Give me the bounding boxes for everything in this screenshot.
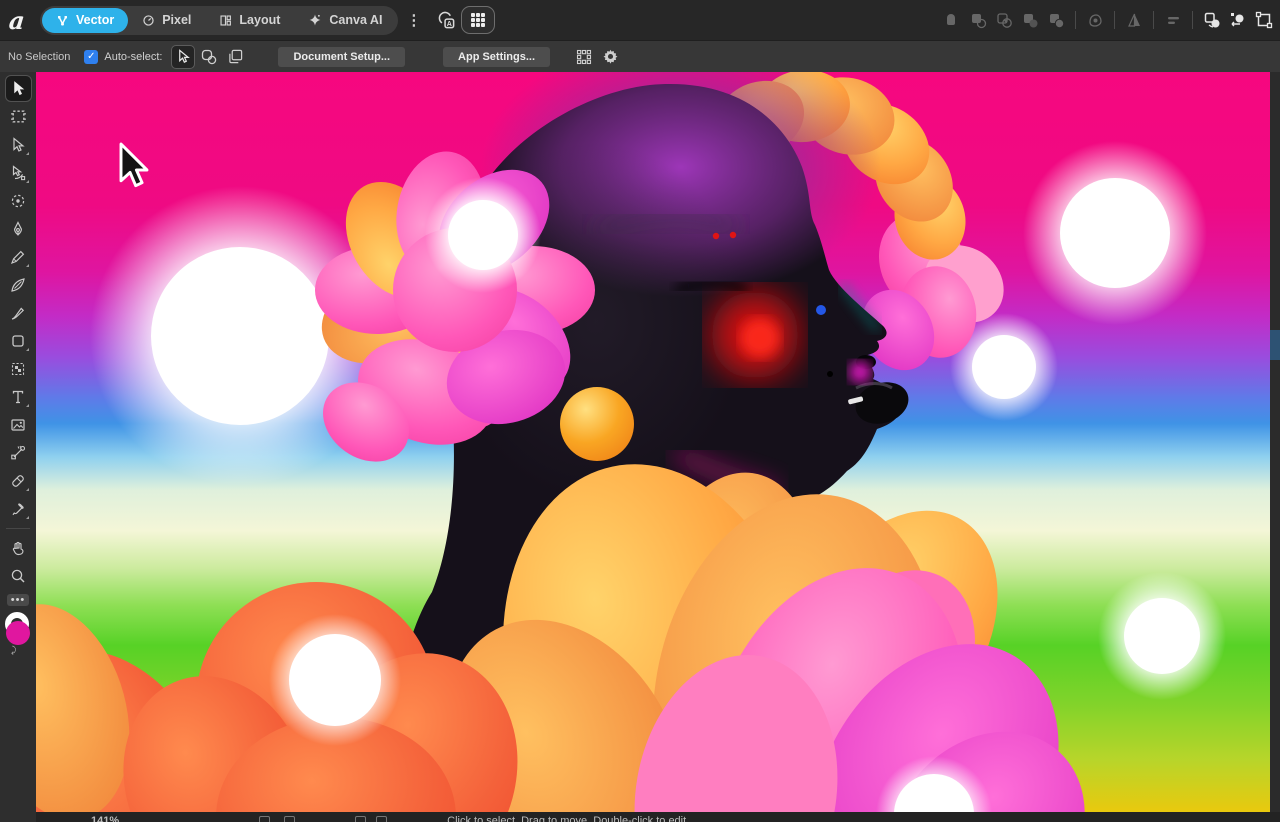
gradient-tool[interactable] (5, 439, 32, 466)
snapshot-icon[interactable] (355, 816, 366, 822)
context-toolbar: No Selection ✓ Auto-select: Document Set… (0, 40, 1280, 72)
select-copy-icon[interactable] (223, 45, 247, 69)
vector-persona-icon (56, 14, 69, 27)
select-shapes-icon[interactable] (197, 45, 221, 69)
tab-layout-label: Layout (239, 13, 280, 27)
earring-sphere (560, 387, 634, 461)
alignment-icon (1161, 7, 1185, 33)
tab-vector[interactable]: Vector (42, 8, 128, 33)
zoom-tool[interactable] (5, 562, 32, 589)
tab-pixel[interactable]: Pixel (128, 8, 205, 33)
node-tool[interactable] (5, 131, 32, 158)
right-edge-strip (1270, 72, 1280, 812)
pan-tool[interactable] (5, 534, 32, 561)
gear-icon[interactable] (598, 45, 622, 69)
selection-status: No Selection (8, 51, 70, 63)
layout-persona-icon (219, 14, 232, 27)
artwork-woman-profile-flowers (36, 72, 1270, 812)
select-cursor-icon[interactable] (171, 45, 195, 69)
color-well[interactable]: ⤸ (3, 612, 33, 652)
rotate-selection-icon[interactable] (1226, 7, 1250, 33)
marquee-grid-icon[interactable] (572, 45, 596, 69)
auto-select-checkbox[interactable]: ✓ (84, 50, 98, 64)
selection-brush-tool[interactable] (5, 187, 32, 214)
compound-icon (1083, 7, 1107, 33)
vector-brush-tool[interactable] (5, 271, 32, 298)
document-setup-button[interactable]: Document Setup... (278, 47, 405, 67)
color-picker-tool[interactable] (5, 495, 32, 522)
affinity-logo-icon[interactable]: a (0, 0, 36, 40)
tool-rail: ••• ⤸ (0, 72, 36, 822)
tab-canva-ai[interactable]: Canva AI (294, 8, 396, 33)
svg-text:A: A (447, 19, 452, 27)
persona-tabs: Vector Pixel Layout Canva AI (40, 6, 398, 35)
overflow-menu-icon[interactable]: ⋮ (406, 15, 421, 26)
divide-boolean-icon (1018, 7, 1042, 33)
add-boolean-icon (940, 7, 964, 33)
pen-tool[interactable] (5, 215, 32, 242)
combine-boolean-icon (1044, 7, 1068, 33)
auto-select-label: Auto-select: (104, 51, 162, 63)
page-nav-icon[interactable] (284, 816, 295, 822)
language-a-badge-icon[interactable]: A (431, 6, 461, 34)
subtract-boolean-icon (966, 7, 990, 33)
more-tools-button[interactable]: ••• (7, 594, 29, 606)
status-bar: 141% Click to select. Drag to move. Doub… (36, 812, 1280, 822)
tab-vector-label: Vector (76, 13, 114, 27)
corner-tool[interactable] (5, 159, 32, 186)
transform-objects-icon[interactable] (1200, 7, 1224, 33)
snapshot-icon[interactable] (376, 816, 387, 822)
shape-tool[interactable] (5, 327, 32, 354)
pixel-tool[interactable] (5, 355, 32, 382)
tab-pixel-label: Pixel (162, 13, 191, 27)
paint-brush-tool[interactable] (5, 299, 32, 326)
pixel-persona-icon (142, 14, 155, 27)
artboard-tool[interactable] (5, 103, 32, 130)
top-toolbar: a Vector Pixel Layout Canva AI ⋮ A (0, 0, 1280, 40)
intersect-boolean-icon (992, 7, 1016, 33)
app-settings-button[interactable]: App Settings... (443, 47, 550, 67)
pencil-tool[interactable] (5, 243, 32, 270)
zoom-level[interactable]: 141% (91, 815, 119, 822)
move-tool[interactable] (5, 75, 32, 102)
frame-content-icon[interactable] (1252, 7, 1276, 33)
fill-color-swatch[interactable] (6, 621, 30, 645)
swap-colors-icon[interactable]: ⤸ (11, 645, 16, 656)
eraser-tool[interactable] (5, 467, 32, 494)
mirror-icon (1122, 7, 1146, 33)
tab-layout[interactable]: Layout (205, 8, 294, 33)
image-tool[interactable] (5, 411, 32, 438)
canvas[interactable] (36, 72, 1270, 812)
sparkle-icon (308, 13, 322, 27)
status-hint: Click to select. Drag to move. Double-cl… (447, 815, 689, 822)
apps-grid-icon[interactable] (461, 6, 495, 34)
tab-canva-ai-label: Canva AI (329, 13, 382, 27)
text-tool[interactable] (5, 383, 32, 410)
page-nav-icon[interactable] (259, 816, 270, 822)
